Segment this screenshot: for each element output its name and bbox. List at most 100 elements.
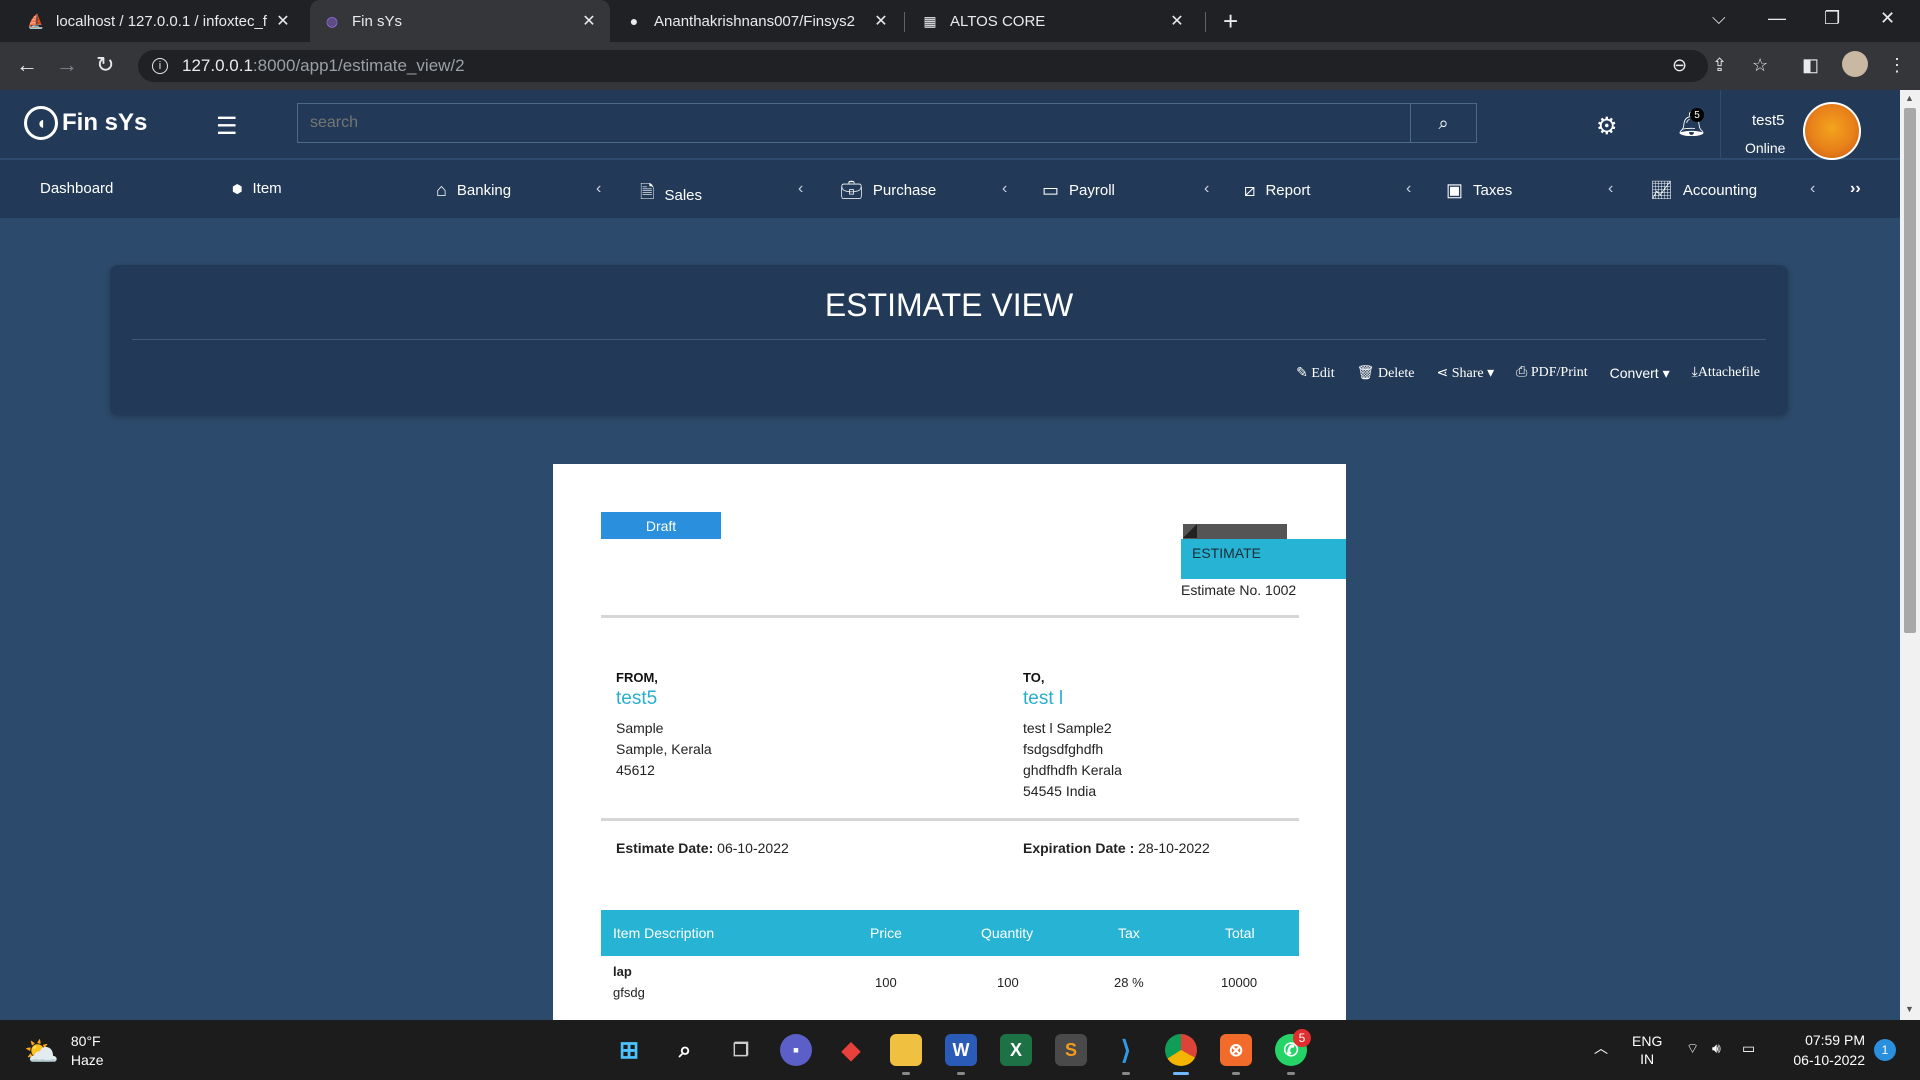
tab-github[interactable]: ● Ananthakrishnans007/Finsys2 ✕	[612, 0, 902, 42]
nav-label: Payroll	[1069, 182, 1115, 199]
language-indicator[interactable]: ENG IN	[1632, 1032, 1662, 1068]
close-icon[interactable]: ✕	[1168, 11, 1186, 31]
nav-item-payroll[interactable]: ▭ Payroll	[1042, 180, 1115, 201]
print-icon: ⎙	[1516, 365, 1528, 380]
column-header: Tax	[1118, 925, 1140, 941]
chevron-left-icon[interactable]: ‹	[596, 180, 601, 198]
nav-item-taxes[interactable]: ▣ Taxes	[1446, 180, 1512, 201]
item-description: gfsdg	[613, 985, 645, 1000]
caret-down-icon: ▾	[1487, 366, 1495, 381]
page-scrollbar[interactable]: ▲ ▼	[1900, 90, 1920, 1020]
info-icon[interactable]: i	[152, 58, 168, 74]
window-close-icon[interactable]: ✕	[1880, 8, 1895, 29]
pdf-print-button[interactable]: ⎙ PDF/Print	[1516, 365, 1588, 382]
restore-icon[interactable]: ❐	[1824, 8, 1840, 29]
double-chevron-right-icon[interactable]: ››	[1850, 180, 1861, 198]
tab-search-icon[interactable]: ⌵	[1712, 8, 1726, 29]
delete-button[interactable]: 🗑︎ Delete	[1357, 365, 1415, 382]
close-icon[interactable]: ✕	[274, 11, 292, 31]
table-row: lap gfsdg 100 100 28 % 10000	[601, 959, 1299, 1019]
app-logo[interactable]: ◖ Fin sYs	[24, 106, 147, 140]
attach-file-button[interactable]: ⤓Attachefile	[1692, 365, 1760, 382]
new-tab-button[interactable]: +	[1223, 6, 1238, 37]
tab-phpmyadmin[interactable]: ⛵ localhost / 127.0.0.1 / infoxtec_fi ✕	[14, 0, 304, 42]
convert-button[interactable]: Convert ▾	[1610, 365, 1670, 382]
phpmyadmin-icon: ⛵	[27, 12, 45, 29]
app-header: ◖ Fin sYs ☰ ⌕ ⚙ 🔔︎ 5 test5 Online	[0, 90, 1900, 160]
wifi-icon[interactable]: ⌔	[1686, 1040, 1699, 1058]
side-panel-icon[interactable]: ◧	[1802, 55, 1819, 76]
address-line: ghdfhdfh Kerala	[1023, 762, 1122, 778]
sublime-text-icon[interactable]: S	[1055, 1034, 1087, 1066]
tab-separator	[1205, 12, 1206, 32]
search-input[interactable]	[298, 104, 1410, 142]
close-icon[interactable]: ✕	[872, 11, 890, 31]
chevron-left-icon[interactable]: ‹	[1002, 180, 1007, 198]
xampp-icon[interactable]: ⊗	[1220, 1034, 1252, 1066]
nav-item-dashboard[interactable]: Dashboard	[40, 180, 113, 197]
scroll-down-icon[interactable]: ▼	[1905, 1004, 1914, 1014]
address-bar: ← → ↻ i 127.0.0.1:8000/app1/estimate_vie…	[0, 42, 1920, 90]
nav-item-purchase[interactable]: 💼︎ Purchase	[840, 180, 936, 201]
gear-icon[interactable]: ⚙	[1596, 112, 1618, 141]
address-line: fsdgsdfghdfh	[1023, 741, 1104, 757]
nav-label: Dashboard	[40, 180, 114, 197]
volume-icon[interactable]: 🔊︎	[1712, 1040, 1721, 1057]
minimize-icon[interactable]: —	[1768, 8, 1786, 29]
to-label: TO,	[1023, 670, 1045, 685]
edit-button[interactable]: ✎ Edit	[1296, 365, 1335, 382]
zoom-icon[interactable]: ⊖	[1672, 55, 1687, 76]
tab-title: localhost / 127.0.0.1 / infoxtec_fi	[56, 12, 268, 30]
file-explorer-icon[interactable]	[890, 1034, 922, 1066]
nav-item-report[interactable]: ⧄ Report	[1244, 180, 1310, 201]
profile-avatar[interactable]	[1842, 51, 1868, 77]
close-icon[interactable]: ✕	[580, 11, 598, 31]
share-button[interactable]: ⋖ Share ▾	[1436, 365, 1494, 382]
avatar[interactable]	[1803, 102, 1861, 160]
app-diamond-icon[interactable]: ◆	[835, 1034, 867, 1066]
bookmark-star-icon[interactable]: ☆	[1752, 55, 1768, 76]
search-icon[interactable]: ⌕	[669, 1034, 701, 1066]
nav-item-accounting[interactable]: 📈︎ Accounting	[1650, 180, 1757, 201]
battery-icon[interactable]: ▭	[1742, 1040, 1755, 1057]
search-button[interactable]: ⌕	[1410, 104, 1476, 142]
chrome-icon[interactable]	[1165, 1034, 1197, 1066]
weather-widget[interactable]: ⛅ 80°F Haze	[24, 1032, 104, 1070]
reload-icon[interactable]: ↻	[96, 52, 114, 78]
url-field[interactable]: i 127.0.0.1:8000/app1/estimate_view/2	[138, 50, 1708, 82]
menu-kebab-icon[interactable]: ⋮	[1888, 55, 1906, 76]
main-nav: Dashboard ⬢ Item ⌂ Banking ‹ 🗎 Sales ‹ 💼…	[0, 160, 1900, 218]
windows-start-icon[interactable]: ⊞	[613, 1034, 645, 1066]
vscode-icon[interactable]: ⟩	[1110, 1034, 1142, 1066]
task-view-icon[interactable]: ❐	[725, 1034, 757, 1066]
system-clock[interactable]: 07:59 PM 06-10-2022	[1785, 1030, 1865, 1070]
chat-icon[interactable]: ▪	[780, 1034, 812, 1066]
tab-finsys[interactable]: ◍ Fin sYs ✕	[310, 0, 610, 42]
back-icon[interactable]: ←	[16, 52, 38, 78]
nav-label: Banking	[456, 182, 512, 199]
chevron-left-icon[interactable]: ‹	[1810, 180, 1815, 198]
chevron-left-icon[interactable]: ‹	[1204, 180, 1209, 198]
chevron-left-icon[interactable]: ‹	[1406, 180, 1411, 198]
hamburger-menu-icon[interactable]: ☰	[216, 112, 238, 141]
chevron-left-icon[interactable]: ‹	[798, 180, 803, 198]
bell-icon[interactable]: 🔔︎ 5	[1676, 108, 1706, 139]
running-indicator	[957, 1072, 965, 1075]
word-icon[interactable]: W	[945, 1034, 977, 1066]
user-name[interactable]: test5	[1752, 112, 1785, 129]
chevron-up-icon[interactable]: ︿	[1594, 1038, 1608, 1058]
nav-item-banking[interactable]: ⌂ Banking	[436, 180, 511, 201]
home-icon: ⌂	[436, 180, 447, 200]
scroll-up-icon[interactable]: ▲	[1905, 93, 1914, 103]
nav-item-sales[interactable]: 🗎 Sales	[640, 180, 702, 210]
clock-date: 06-10-2022	[1793, 1052, 1865, 1068]
scrollbar-thumb[interactable]	[1904, 108, 1916, 633]
nav-item-item[interactable]: ⬢ Item	[232, 180, 282, 197]
forward-icon[interactable]: →	[56, 52, 78, 78]
tab-altos[interactable]: ▦ ALTOS CORE ✕	[908, 0, 1198, 42]
excel-icon[interactable]: X	[1000, 1034, 1032, 1066]
chevron-left-icon[interactable]: ‹	[1608, 180, 1613, 198]
share-page-icon[interactable]: ⇪	[1712, 55, 1727, 76]
notification-count-badge[interactable]: 1	[1874, 1039, 1896, 1061]
address-line: test l Sample2	[1023, 720, 1112, 736]
